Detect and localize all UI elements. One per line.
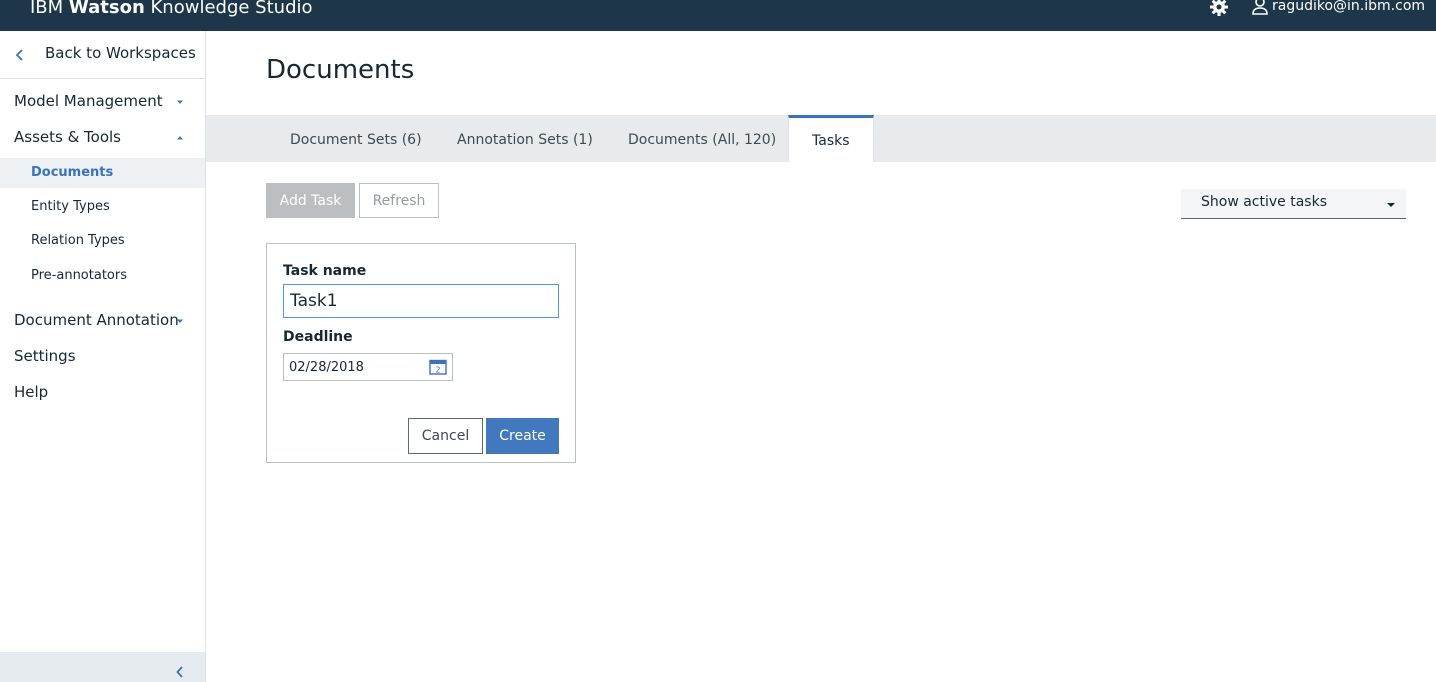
back-to-workspaces-label: Back to Workspaces	[45, 44, 196, 62]
sidebar-item-model-management[interactable]: Model Management	[0, 85, 205, 119]
tab-label: Annotation Sets (1)	[457, 132, 593, 148]
sidebar-item-help[interactable]: Help	[0, 376, 205, 410]
sidebar-item-label: Documents	[31, 165, 114, 180]
sidebar-item-pre-annotators[interactable]: Pre-annotators	[0, 261, 205, 291]
sidebar-item-label: Document Annotation	[14, 311, 179, 329]
create-button[interactable]: Create	[486, 418, 559, 454]
brand-prefix: IBM	[30, 0, 69, 18]
gear-icon[interactable]	[1209, 0, 1229, 17]
user-email[interactable]: ragudiko@in.ibm.com	[1272, 0, 1425, 16]
sidebar-item-settings[interactable]: Settings	[0, 340, 205, 374]
caret-down-icon	[177, 100, 183, 104]
brand-strong: Watson	[68, 0, 145, 18]
top-bar: IBM Watson Knowledge Studio ragudiko@in.…	[0, 0, 1436, 31]
task-name-label: Task name	[283, 263, 367, 279]
tab-annotation-sets[interactable]: Annotation Sets (1)	[434, 115, 600, 162]
sidebar-item-label: Model Management	[14, 92, 163, 110]
sidebar-item-entity-types[interactable]: Entity Types	[0, 192, 205, 222]
cancel-button[interactable]: Cancel	[408, 418, 483, 454]
sidebar-item-relation-types[interactable]: Relation Types	[0, 226, 205, 256]
sidebar-item-label: Settings	[14, 347, 76, 365]
tab-bar: Document Sets (6) Annotation Sets (1) Do…	[206, 115, 1436, 162]
calendar-day-glyph: 2	[435, 366, 440, 375]
caret-up-icon	[177, 136, 183, 140]
tab-document-sets[interactable]: Document Sets (6)	[266, 115, 426, 162]
tab-label: Tasks	[812, 133, 850, 149]
sidebar-item-assets-tools[interactable]: Assets & Tools	[0, 121, 205, 155]
chevron-left-icon	[15, 49, 23, 61]
sidebar-item-label: Help	[14, 383, 49, 401]
sidebar-item-label: Relation Types	[31, 233, 125, 248]
deadline-label: Deadline	[283, 329, 353, 345]
sidebar-item-documents[interactable]: Documents	[0, 158, 205, 188]
caret-down-icon	[1387, 203, 1395, 207]
refresh-button[interactable]: Refresh	[359, 183, 439, 218]
sidebar-item-label: Pre-annotators	[31, 268, 127, 283]
sidebar-item-label: Assets & Tools	[14, 128, 121, 146]
chevron-left-icon	[176, 666, 183, 678]
tab-tasks[interactable]: Tasks	[788, 115, 874, 162]
calendar-icon[interactable]: 2	[429, 359, 447, 375]
sidebar-item-document-annotation[interactable]: Document Annotation	[0, 304, 205, 338]
brand-suffix: Knowledge Studio	[144, 0, 313, 18]
task-filter-select[interactable]: Show active tasks	[1181, 189, 1406, 219]
user-icon[interactable]	[1252, 0, 1268, 15]
task-name-input[interactable]	[283, 284, 559, 318]
sidebar-collapse-button[interactable]	[0, 652, 205, 682]
app-brand[interactable]: IBM Watson Knowledge Studio	[30, 0, 313, 20]
caret-down-icon	[177, 319, 183, 323]
new-task-form: Task name Deadline 2 Cancel Create	[266, 243, 576, 463]
back-to-workspaces-link[interactable]: Back to Workspaces	[0, 31, 205, 79]
page-title: Documents	[266, 55, 415, 85]
deadline-input[interactable]	[283, 353, 453, 381]
task-filter-value: Show active tasks	[1201, 194, 1327, 210]
tab-documents-all[interactable]: Documents (All, 120)	[606, 115, 786, 162]
tab-label: Document Sets (6)	[290, 132, 422, 148]
sidebar: Back to Workspaces Model Management Asse…	[0, 31, 206, 682]
add-task-button[interactable]: Add Task	[266, 183, 355, 218]
tab-label: Documents (All, 120)	[628, 132, 777, 148]
sidebar-item-label: Entity Types	[31, 199, 110, 214]
